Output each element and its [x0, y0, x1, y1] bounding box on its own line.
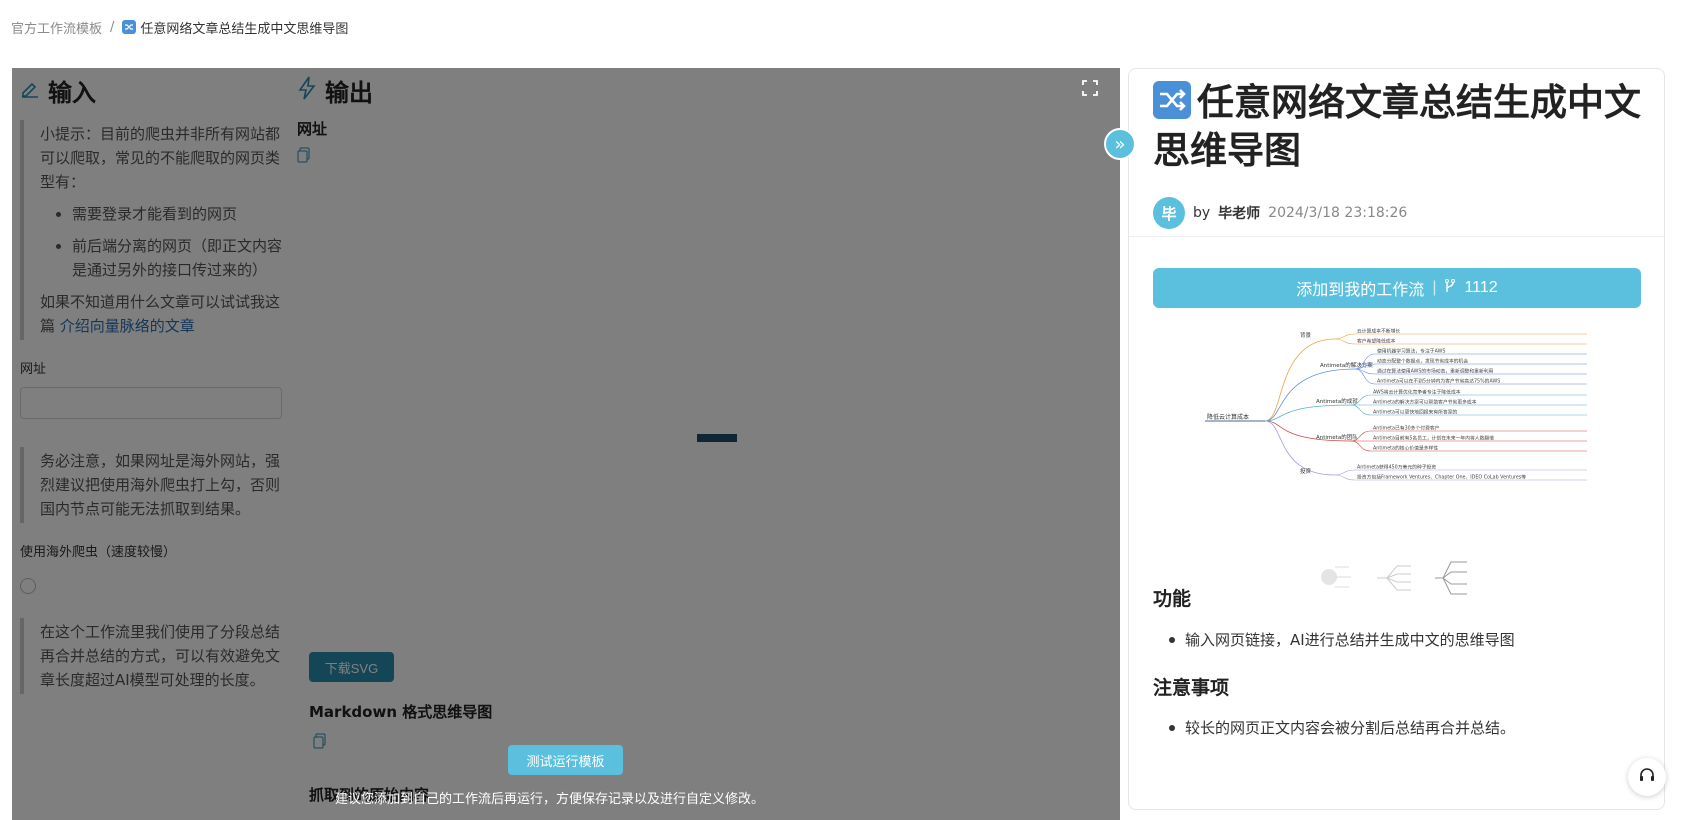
shuffle-icon [1153, 81, 1191, 119]
fork-count: 1112 [1464, 279, 1498, 296]
mindmap-branch-label: Antimeta的团队 [1316, 433, 1358, 441]
breadcrumb-separator: / [110, 19, 115, 35]
avatar: 毕 [1153, 197, 1185, 229]
mindmap-leaf-label: Antimeta已有30多个付费客户 [1373, 425, 1440, 432]
list-item: 输入网页链接，AI进行总结并生成中文的思维导图 [1169, 631, 1515, 649]
thumbnail[interactable] [1431, 557, 1471, 599]
mindmap-leaf-line [1334, 333, 1356, 340]
template-detail-panel: 任意网络文章总结生成中文思维导图 毕 by 毕老师 2024/3/18 23:1… [1128, 68, 1665, 810]
add-to-workflow-button[interactable]: 添加到我的工作流 | 1112 [1153, 268, 1641, 308]
list-item: 较长的网页正文内容会被分割后总结再合并总结。 [1168, 719, 1516, 737]
double-chevron-right-icon: » [1114, 133, 1126, 155]
author-name[interactable]: 毕老师 [1218, 203, 1260, 223]
collapse-panel-button[interactable]: » [1104, 128, 1136, 160]
mindmap-preview[interactable]: 降低云计算成本 背景 云计算成本不断增长客户希望降低成本 Antimeta的解决方案使… [1205, 325, 1589, 505]
mindmap-branch-line [1264, 420, 1336, 476]
mindmap-leaf-line [1334, 474, 1356, 481]
mindmap-leaf-line [1334, 469, 1356, 476]
mindmap-leaf-label: Antimeta的核心价值是多样性 [1373, 445, 1438, 452]
mindmap-leaf-label: Antimeta获得450万美元的种子投资 [1357, 464, 1436, 471]
mindmap-branch-label: Antimeta的成就 [1316, 397, 1358, 405]
mindmap-branch-label: 投资 [1300, 467, 1312, 475]
fork-icon [1444, 278, 1456, 298]
template-title: 任意网络文章总结生成中文思维导图 [1153, 79, 1643, 175]
mindmap-branch-label: Antimeta的解决方案 [1320, 361, 1373, 369]
mindmap-branch-label: 背景 [1300, 331, 1312, 339]
breadcrumb-current-label: 任意网络文章总结生成中文思维导图 [140, 21, 349, 37]
mindmap-leaf-label: 投资方包括Framework Ventures、Chapter One、IDEO… [1357, 474, 1526, 481]
mindmap-leaf-label: Antimeta的解决方案可以帮助客户节省更多成本 [1373, 399, 1477, 406]
add-button-label: 添加到我的工作流 [1296, 282, 1425, 299]
breadcrumb-current: 任意网络文章总结生成中文思维导图 [122, 18, 348, 37]
mindmap-leaf-line [1334, 338, 1356, 345]
thumbnail[interactable] [1315, 557, 1355, 599]
by-label: by [1193, 205, 1211, 221]
mindmap-leaf-label: 客户希望降低成本 [1357, 338, 1396, 345]
mindmap-leaf-label: 使用机器学习算法，专注于AWS [1377, 348, 1445, 355]
run-hint-text: 建议您添加到自己的工作流后再运行，方便保存记录以及进行自定义修改。 [335, 792, 765, 807]
mindmap-branch-line [1264, 404, 1352, 422]
mindmap-leaf-label: AWS将云计算优化竞争者专注于降低成本 [1373, 389, 1461, 396]
mindmap-branch-line [1264, 368, 1356, 422]
fullscreen-icon[interactable] [1082, 80, 1098, 96]
breadcrumb: 官方工作流模板 / 任意网络文章总结生成中文思维导图 [11, 17, 348, 37]
preview-thumbnails [1315, 557, 1471, 599]
publish-date: 2024/3/18 23:18:26 [1268, 205, 1408, 221]
author-row: 毕 by 毕老师 2024/3/18 23:18:26 [1153, 197, 1407, 229]
mindmap-leaf-label: Antimeta可以在不到5分钟内为客户节省高达75%的AWS [1377, 378, 1500, 385]
mindmap-leaf-line [1350, 440, 1372, 452]
mindmap-leaf-line [1350, 404, 1372, 416]
customer-support-button[interactable] [1628, 758, 1666, 796]
mindmap-leaf-label: 动态分配整个数据点，发现节省成本的机会 [1377, 358, 1468, 365]
template-title-text: 任意网络文章总结生成中文思维导图 [1153, 81, 1641, 172]
headset-icon [1638, 766, 1656, 788]
divider [1129, 236, 1664, 237]
mindmap-leaf-label: 通过在算法使用AWS的市场动态，重新调整和重新利用 [1377, 368, 1494, 375]
notice-heading: 注意事项 [1153, 677, 1230, 699]
shuffle-icon [122, 20, 137, 34]
test-run-button[interactable]: 测试运行模板 [508, 745, 623, 775]
modal-overlay [12, 68, 1120, 820]
features-heading: 功能 [1153, 588, 1192, 610]
mindmap-root-label: 降低云计算成本 [1207, 413, 1249, 421]
mindmap-leaf-line [1354, 368, 1376, 385]
breadcrumb-parent-link[interactable]: 官方工作流模板 [11, 18, 102, 37]
thumbnail[interactable] [1367, 557, 1419, 599]
mindmap-leaf-label: Antimeta目前有5名员工，计划在未来一年内将人数翻倍 [1373, 435, 1494, 442]
mindmap-leaf-label: 云计算成本不断增长 [1357, 328, 1400, 335]
mindmap-leaf-label: Antimeta可以更快地回报来有所答案的 [1373, 409, 1458, 416]
